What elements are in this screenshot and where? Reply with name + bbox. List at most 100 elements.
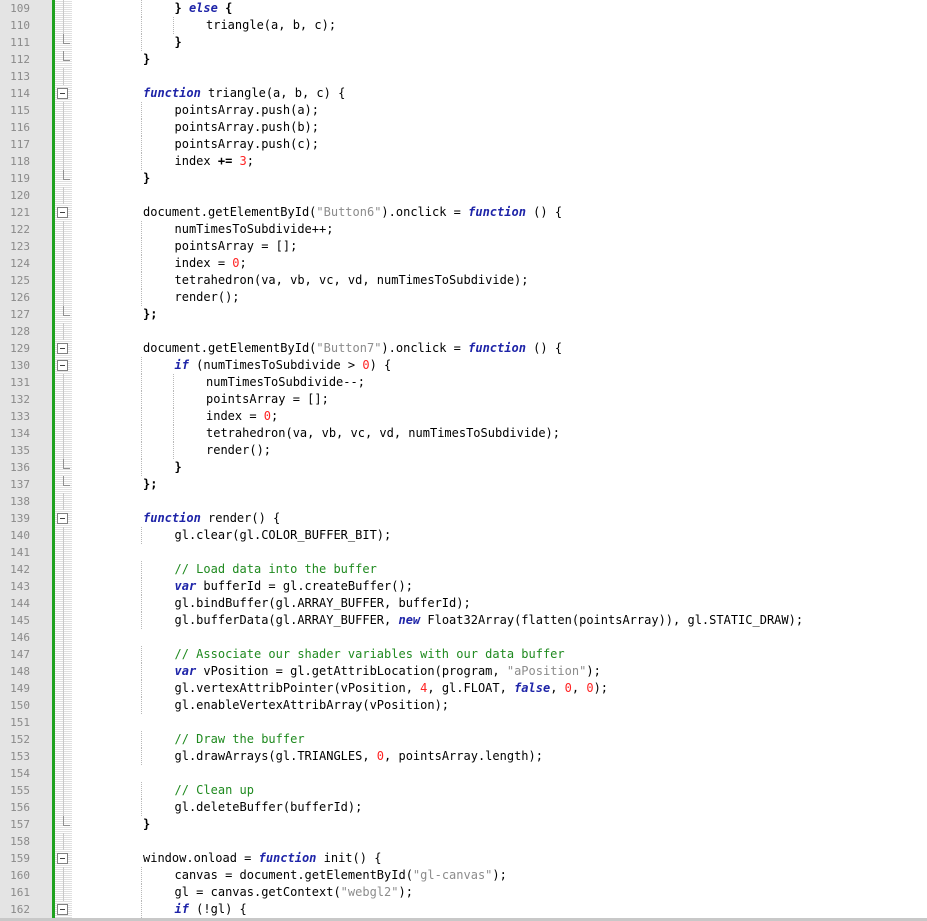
collapse-fold-icon[interactable] xyxy=(57,88,68,99)
code-line[interactable]: 126 render(); xyxy=(0,289,927,306)
code-line[interactable]: 155 // Clean up xyxy=(0,782,927,799)
code-line[interactable]: 140 gl.clear(gl.COLOR_BUFFER_BIT); xyxy=(0,527,927,544)
code-line[interactable]: 142 // Load data into the buffer xyxy=(0,561,927,578)
code-text[interactable]: gl.deleteBuffer(bufferId); xyxy=(175,799,363,816)
code-line[interactable]: 154 xyxy=(0,765,927,782)
code-line[interactable]: 109} else { xyxy=(0,0,927,17)
code-line[interactable]: 113 xyxy=(0,68,927,85)
collapse-fold-icon[interactable] xyxy=(57,343,68,354)
code-text[interactable]: render(); xyxy=(206,442,271,459)
code-text[interactable]: pointsArray.push(a); xyxy=(175,102,320,119)
code-line[interactable]: 139 function render() { xyxy=(0,510,927,527)
code-text[interactable]: gl.vertexAttribPointer(vPosition, 4, gl.… xyxy=(175,680,609,697)
code-line[interactable]: 143 var bufferId = gl.createBuffer(); xyxy=(0,578,927,595)
code-line[interactable]: 162 if (!gl) { xyxy=(0,901,927,918)
code-line[interactable]: 111} xyxy=(0,34,927,51)
code-line[interactable]: 141 xyxy=(0,544,927,561)
code-line[interactable]: 132 pointsArray = []; xyxy=(0,391,927,408)
code-text[interactable]: document.getElementById("Button6").oncli… xyxy=(143,204,562,221)
code-text[interactable]: } xyxy=(143,816,150,833)
code-text[interactable]: tetrahedron(va, vb, vc, vd, numTimesToSu… xyxy=(175,272,529,289)
collapse-fold-icon[interactable] xyxy=(57,853,68,864)
code-line[interactable]: 112} xyxy=(0,51,927,68)
code-text[interactable]: // Clean up xyxy=(175,782,254,799)
code-text[interactable]: var bufferId = gl.createBuffer(); xyxy=(175,578,413,595)
code-text[interactable]: // Associate our shader variables with o… xyxy=(175,646,565,663)
code-line[interactable]: 148 var vPosition = gl.getAttribLocation(… xyxy=(0,663,927,680)
code-line[interactable]: 160 canvas = document.getElementById("gl-… xyxy=(0,867,927,884)
code-line[interactable]: 153 gl.drawArrays(gl.TRIANGLES, 0, points… xyxy=(0,748,927,765)
code-line[interactable]: 156 gl.deleteBuffer(bufferId); xyxy=(0,799,927,816)
code-line[interactable]: 158 xyxy=(0,833,927,850)
code-line[interactable]: 122 numTimesToSubdivide++; xyxy=(0,221,927,238)
code-line[interactable]: 135 render(); xyxy=(0,442,927,459)
code-line[interactable]: 121 document.getElementById("Button6").on… xyxy=(0,204,927,221)
code-line[interactable]: 149 gl.vertexAttribPointer(vPosition, 4, … xyxy=(0,680,927,697)
code-text[interactable]: var vPosition = gl.getAttribLocation(pro… xyxy=(175,663,601,680)
code-text[interactable]: numTimesToSubdivide--; xyxy=(206,374,365,391)
code-line[interactable]: 123 pointsArray = []; xyxy=(0,238,927,255)
collapse-fold-icon[interactable] xyxy=(57,360,68,371)
code-text[interactable]: // Draw the buffer xyxy=(175,731,305,748)
code-line[interactable]: 128 xyxy=(0,323,927,340)
collapse-fold-icon[interactable] xyxy=(57,904,68,915)
code-text[interactable]: } xyxy=(143,51,150,68)
code-line[interactable]: 137}; xyxy=(0,476,927,493)
code-text[interactable]: numTimesToSubdivide++; xyxy=(175,221,334,238)
code-text[interactable]: pointsArray = []; xyxy=(175,238,298,255)
code-line[interactable]: 115 pointsArray.push(a); xyxy=(0,102,927,119)
code-text[interactable]: }; xyxy=(143,476,157,493)
code-line[interactable]: 161 gl = canvas.getContext("webgl2"); xyxy=(0,884,927,901)
code-text[interactable]: index += 3; xyxy=(175,153,255,170)
code-text[interactable]: gl.clear(gl.COLOR_BUFFER_BIT); xyxy=(175,527,392,544)
code-text[interactable]: gl = canvas.getContext("webgl2"); xyxy=(175,884,413,901)
code-text[interactable]: canvas = document.getElementById("gl-can… xyxy=(175,867,507,884)
code-line[interactable]: 159 window.onload = function init() { xyxy=(0,850,927,867)
code-line[interactable]: 133 index = 0; xyxy=(0,408,927,425)
collapse-fold-icon[interactable] xyxy=(57,207,68,218)
code-text[interactable]: } else { xyxy=(175,0,233,17)
code-text[interactable]: if (numTimesToSubdivide > 0) { xyxy=(175,357,392,374)
code-text[interactable]: gl.bindBuffer(gl.ARRAY_BUFFER, bufferId)… xyxy=(175,595,471,612)
code-text[interactable]: window.onload = function init() { xyxy=(143,850,381,867)
code-text[interactable]: index = 0; xyxy=(206,408,278,425)
code-text[interactable]: pointsArray = []; xyxy=(206,391,329,408)
code-line[interactable]: 152 // Draw the buffer xyxy=(0,731,927,748)
code-line[interactable]: 138 xyxy=(0,493,927,510)
code-line[interactable]: 118 index += 3; xyxy=(0,153,927,170)
code-text[interactable]: }; xyxy=(143,306,157,323)
code-line[interactable]: 144 gl.bindBuffer(gl.ARRAY_BUFFER, buffer… xyxy=(0,595,927,612)
code-line[interactable]: 124 index = 0; xyxy=(0,255,927,272)
code-text[interactable]: render(); xyxy=(175,289,240,306)
code-text[interactable]: gl.drawArrays(gl.TRIANGLES, 0, pointsArr… xyxy=(175,748,543,765)
code-text[interactable]: tetrahedron(va, vb, vc, vd, numTimesToSu… xyxy=(206,425,560,442)
code-text[interactable]: function render() { xyxy=(143,510,280,527)
code-line[interactable]: 110 triangle(a, b, c); xyxy=(0,17,927,34)
code-text[interactable]: document.getElementById("Button7").oncli… xyxy=(143,340,562,357)
code-text[interactable]: // Load data into the buffer xyxy=(175,561,377,578)
code-text[interactable]: gl.enableVertexAttribArray(vPosition); xyxy=(175,697,450,714)
code-line[interactable]: 119} xyxy=(0,170,927,187)
code-line[interactable]: 131 numTimesToSubdivide--; xyxy=(0,374,927,391)
code-line[interactable]: 127}; xyxy=(0,306,927,323)
code-text[interactable]: } xyxy=(143,170,150,187)
code-editor[interactable]: 109} else {110 triangle(a, b, c); 111} 112}… xyxy=(0,0,927,921)
collapse-fold-icon[interactable] xyxy=(57,513,68,524)
code-line[interactable]: 136} xyxy=(0,459,927,476)
code-text[interactable]: pointsArray.push(b); xyxy=(175,119,320,136)
code-text[interactable]: if (!gl) { xyxy=(175,901,247,918)
code-line[interactable]: 147 // Associate our shader variables wit… xyxy=(0,646,927,663)
code-line[interactable]: 146 xyxy=(0,629,927,646)
code-line[interactable]: 130 if (numTimesToSubdivide > 0) { xyxy=(0,357,927,374)
code-text[interactable]: function triangle(a, b, c) { xyxy=(143,85,345,102)
code-text[interactable]: } xyxy=(175,34,182,51)
code-text[interactable]: index = 0; xyxy=(175,255,247,272)
code-line[interactable]: 114 function triangle(a, b, c) { xyxy=(0,85,927,102)
code-text[interactable]: gl.bufferData(gl.ARRAY_BUFFER, new Float… xyxy=(175,612,804,629)
code-line[interactable]: 117 pointsArray.push(c); xyxy=(0,136,927,153)
code-line[interactable]: 151 xyxy=(0,714,927,731)
code-text[interactable]: pointsArray.push(c); xyxy=(175,136,320,153)
code-line[interactable]: 157} xyxy=(0,816,927,833)
code-text[interactable]: triangle(a, b, c); xyxy=(206,17,336,34)
code-text[interactable]: } xyxy=(175,459,182,476)
